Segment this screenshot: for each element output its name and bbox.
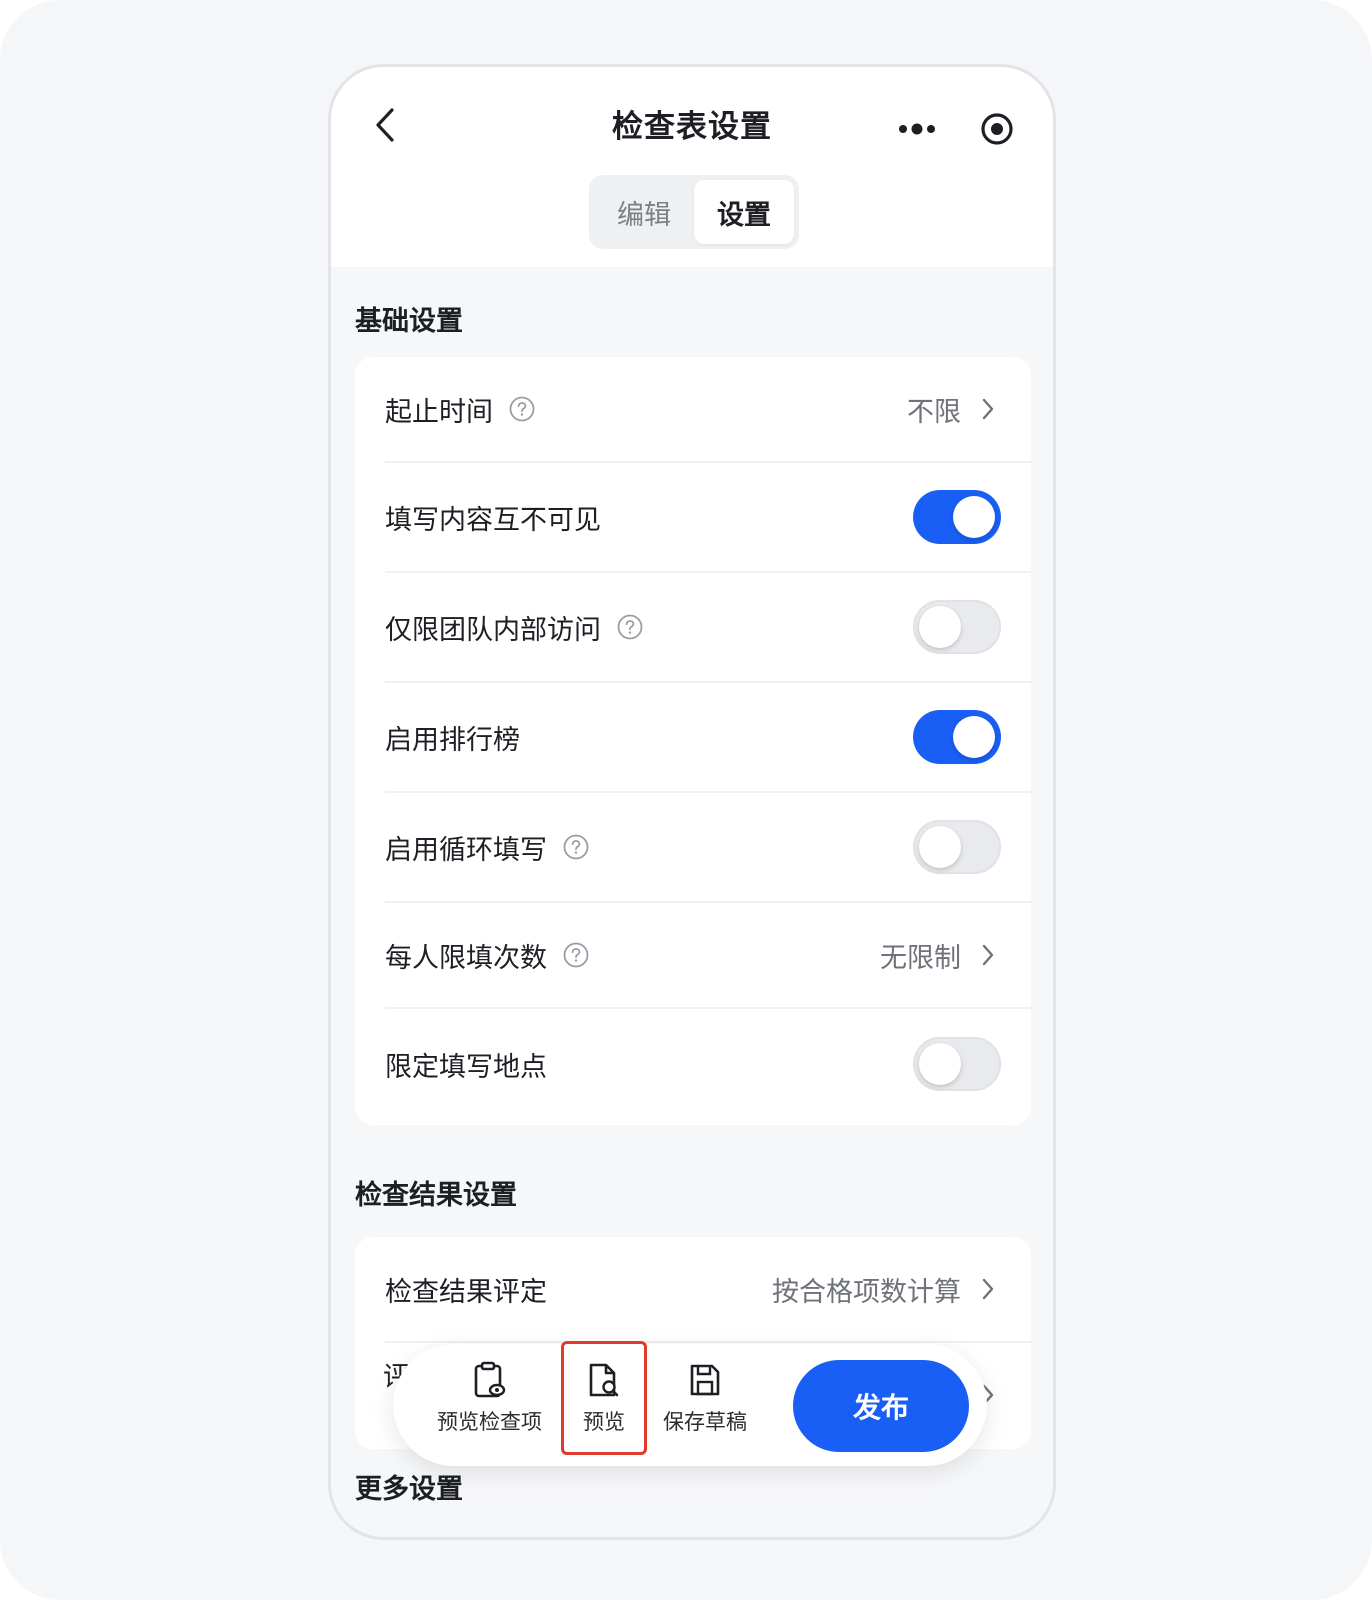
- chevron-right-icon: [981, 941, 1001, 969]
- preview-items-label: 预览检查项: [437, 1410, 542, 1434]
- toggle-knob: [919, 1043, 961, 1085]
- chevron-right-icon: [981, 395, 1001, 423]
- row-label: 填写内容互不可见: [385, 504, 601, 536]
- publish-button[interactable]: 发布: [793, 1360, 969, 1452]
- row-value: 不限: [907, 396, 961, 428]
- row-label: 启用排行榜: [385, 724, 520, 756]
- row-value: 按合格项数计算: [772, 1276, 961, 1308]
- floppy-disk-icon: [687, 1360, 723, 1400]
- screen-background: 检查表设置 编辑 设置 基础设置 起止时间 不限 填写内容互不可见 仅限团队内部…: [0, 0, 1372, 1600]
- row-loop-fill: 启用循环填写: [355, 793, 1031, 901]
- row-value: 无限制: [880, 942, 961, 974]
- section-title-basic: 基础设置: [355, 306, 463, 337]
- toggle-location-limit[interactable]: [913, 1037, 1001, 1091]
- row-leaderboard: 启用排行榜: [355, 683, 1031, 791]
- more-button[interactable]: [877, 97, 957, 161]
- row-label: 仅限团队内部访问: [385, 614, 601, 646]
- save-draft-label: 保存草稿: [663, 1410, 747, 1434]
- row-label: 检查结果评定: [385, 1276, 547, 1308]
- row-result-evaluation[interactable]: 检查结果评定 按合格项数计算: [355, 1237, 1031, 1341]
- row-location-limit: 限定填写地点: [355, 1009, 1031, 1119]
- row-label: 启用循环填写: [385, 834, 547, 866]
- toggle-knob: [919, 826, 961, 868]
- tab-switcher: 编辑 设置: [589, 175, 799, 249]
- clipboard-eye-icon: [472, 1360, 508, 1400]
- preview-label: 预览: [583, 1410, 625, 1434]
- toggle-knob: [919, 606, 961, 648]
- row-label: 限定填写地点: [385, 1051, 547, 1083]
- save-draft-button[interactable]: 保存草稿: [663, 1360, 747, 1436]
- toggle-content-invisible[interactable]: [913, 490, 1001, 544]
- preview-button[interactable]: 预览: [583, 1360, 625, 1436]
- section-title-result: 检查结果设置: [355, 1180, 517, 1211]
- help-icon[interactable]: [563, 834, 589, 860]
- toggle-loop-fill[interactable]: [913, 820, 1001, 874]
- chevron-right-icon: [981, 1275, 1001, 1303]
- row-content-invisible: 填写内容互不可见: [355, 463, 1031, 571]
- toggle-knob: [953, 496, 995, 538]
- help-icon[interactable]: [617, 614, 643, 640]
- row-label: 每人限填次数: [385, 942, 547, 974]
- row-team-only: 仅限团队内部访问: [355, 573, 1031, 681]
- close-miniprogram-button[interactable]: [957, 97, 1037, 161]
- preview-items-button[interactable]: 预览检查项: [437, 1360, 542, 1436]
- row-fill-limit[interactable]: 每人限填次数 无限制: [355, 903, 1031, 1007]
- basic-settings-card: 起止时间 不限 填写内容互不可见 仅限团队内部访问 启用排行榜 启用循环填写 每…: [355, 357, 1031, 1125]
- more-dots-icon: [899, 123, 935, 135]
- help-icon[interactable]: [563, 942, 589, 968]
- tab-edit[interactable]: 编辑: [594, 180, 694, 244]
- toggle-leaderboard[interactable]: [913, 710, 1001, 764]
- toggle-team-only[interactable]: [913, 600, 1001, 654]
- toggle-knob: [953, 716, 995, 758]
- bottom-action-bar: 预览检查项 预览 保存草稿 发布: [393, 1344, 987, 1466]
- nav-header: 检查表设置 编辑 设置: [331, 67, 1053, 267]
- row-label: 起止时间: [385, 396, 493, 428]
- help-icon[interactable]: [509, 396, 535, 422]
- document-search-icon: [586, 1360, 622, 1400]
- tab-settings[interactable]: 设置: [694, 180, 794, 244]
- row-start-end-time[interactable]: 起止时间 不限: [355, 357, 1031, 461]
- section-title-more: 更多设置: [355, 1474, 463, 1505]
- mini-program-capsule: [877, 97, 1037, 161]
- phone-frame: 检查表设置 编辑 设置 基础设置 起止时间 不限 填写内容互不可见 仅限团队内部…: [328, 64, 1056, 1540]
- target-circle-icon: [981, 113, 1013, 145]
